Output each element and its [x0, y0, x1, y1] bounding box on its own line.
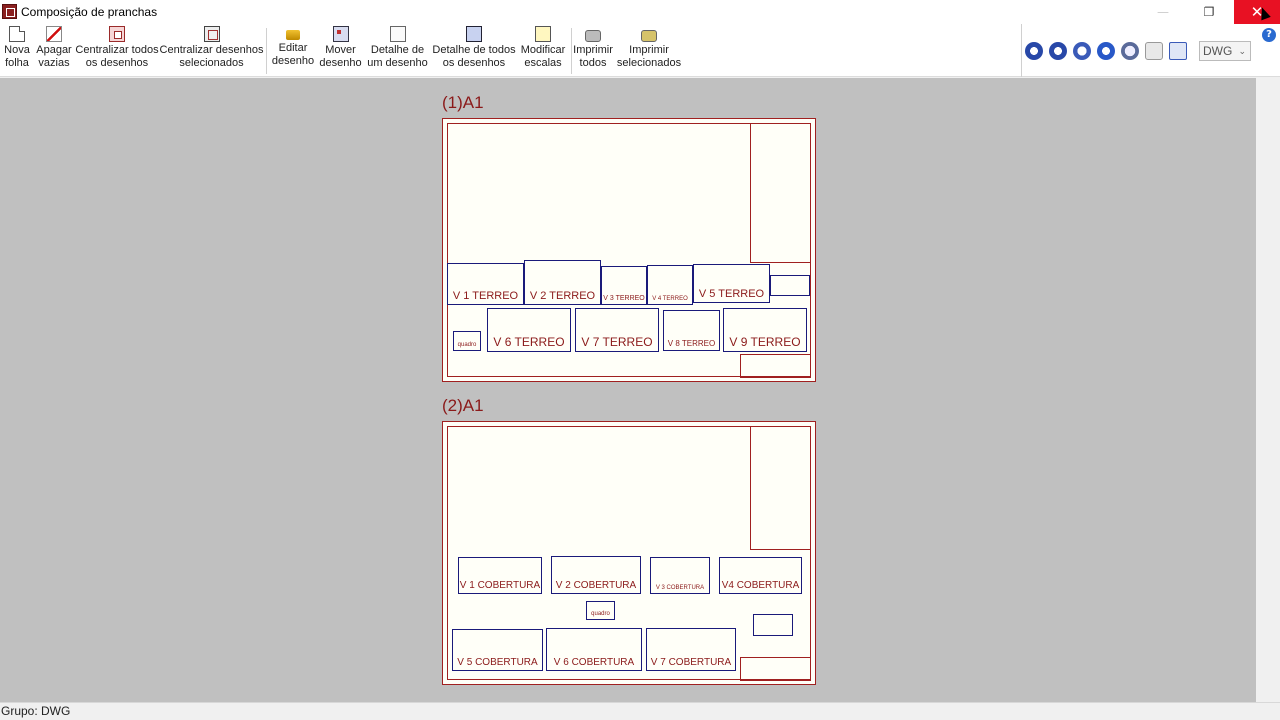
refresh-icon[interactable] — [1097, 42, 1115, 60]
edit-icon — [286, 30, 300, 40]
drawing-empty[interactable] — [770, 275, 810, 296]
print-icon — [585, 30, 601, 42]
window-title: Composição de pranchas — [21, 5, 158, 19]
title-bar: Composição de pranchas — ❐ ✕ — [0, 0, 1280, 24]
zoom-window-icon[interactable] — [1073, 42, 1091, 60]
drawing-v2-cobertura[interactable]: V 2 COBERTURA — [551, 556, 641, 594]
sheet-2[interactable]: V 1 COBERTURA V 2 COBERTURA V 3 COBERTUR… — [442, 421, 816, 685]
center-selected-icon — [203, 26, 220, 42]
drawing-v1-cobertura[interactable]: V 1 COBERTURA — [458, 557, 542, 594]
zoom-icon[interactable] — [1121, 42, 1139, 60]
sheet-title-2: (2)A1 — [442, 396, 484, 415]
drawing-quadro[interactable]: quadro — [453, 331, 481, 351]
drawing-v1-terreo[interactable]: V 1 TERREO — [447, 263, 524, 305]
drawing-v8-terreo[interactable]: V 8 TERREO — [663, 310, 720, 351]
vertical-scrollbar[interactable] — [1256, 78, 1280, 702]
toolbar-separator — [266, 28, 267, 74]
title-block-bottom — [740, 657, 811, 681]
move-icon — [332, 26, 349, 42]
help-icon[interactable]: ? — [1262, 28, 1276, 42]
sheet-title-1: (1)A1 — [442, 93, 484, 112]
print-selected-icon — [641, 30, 657, 42]
title-block-top — [750, 123, 811, 263]
drawing-v6-cobertura[interactable]: V 6 COBERTURA — [546, 628, 642, 671]
close-button[interactable]: ✕ — [1234, 0, 1280, 24]
toolbar: Nova folha Apagar vazias Centralizar tod… — [0, 24, 1280, 77]
format-select[interactable]: DWG ⌄ — [1199, 41, 1251, 61]
select-window-icon[interactable] — [1169, 42, 1187, 60]
sheet-margin: V 1 COBERTURA V 2 COBERTURA V 3 COBERTUR… — [447, 426, 811, 681]
new-sheet-button[interactable]: Nova folha — [2, 26, 32, 70]
new-page-icon — [9, 26, 25, 42]
drawing-v9-terreo[interactable]: V 9 TERREO — [723, 308, 807, 352]
minimize-button[interactable]: — — [1140, 0, 1186, 24]
title-block-bottom — [740, 354, 811, 378]
detail-one-button[interactable]: Detalhe de um desenho — [366, 26, 429, 70]
delete-empty-button[interactable]: Apagar vazias — [35, 26, 73, 70]
sheet-1[interactable]: V 1 TERREO V 2 TERREO V 3 TERREO V 4 TER… — [442, 118, 816, 382]
drawing-empty[interactable] — [753, 614, 793, 636]
sheet-margin: V 1 TERREO V 2 TERREO V 3 TERREO V 4 TER… — [447, 123, 811, 378]
drawing-v3-cobertura[interactable]: V 3 COBERTURA — [650, 557, 710, 594]
toolbar-separator — [571, 28, 572, 74]
print-selected-button[interactable]: Imprimir selecionados — [615, 26, 683, 70]
detail-icon — [389, 26, 406, 42]
app-icon — [2, 4, 17, 19]
redraw-icon[interactable] — [1025, 42, 1043, 60]
drawing-v5-terreo[interactable]: V 5 TERREO — [693, 264, 770, 303]
detail-all-button[interactable]: Detalhe de todos os desenhos — [432, 26, 516, 70]
title-block-top — [750, 426, 811, 550]
modify-scales-button[interactable]: Modificar escalas — [519, 26, 567, 70]
edit-drawing-button[interactable]: Editar desenho — [271, 26, 315, 68]
pan-hand-icon[interactable] — [1145, 42, 1163, 60]
drawing-v6-terreo[interactable]: V 6 TERREO — [487, 308, 571, 352]
center-all-button[interactable]: Centralizar todos os desenhos — [75, 26, 159, 70]
move-drawing-button[interactable]: Mover desenho — [318, 26, 363, 70]
zoom-all-icon[interactable] — [1049, 42, 1067, 60]
erase-icon — [46, 26, 62, 42]
restore-button[interactable]: ❐ — [1186, 0, 1232, 24]
drawing-v4-terreo[interactable]: V 4 TERREO — [647, 265, 693, 305]
drawing-quadro[interactable]: quadro — [586, 601, 615, 620]
chevron-down-icon: ⌄ — [1238, 46, 1246, 56]
status-bar: Grupo: DWG — [0, 702, 1280, 720]
drawing-v2-terreo[interactable]: V 2 TERREO — [524, 260, 601, 305]
drawing-v5-cobertura[interactable]: V 5 COBERTURA — [452, 629, 543, 671]
drawing-v7-cobertura[interactable]: V 7 COBERTURA — [646, 628, 736, 671]
drawing-canvas[interactable]: (1)A1 V 1 TERREO V 2 TERREO V 3 TERREO V… — [0, 78, 1256, 702]
center-all-icon — [109, 26, 125, 42]
drawing-v7-terreo[interactable]: V 7 TERREO — [575, 308, 659, 352]
drawing-v4-cobertura[interactable]: V4 COBERTURA — [719, 557, 802, 594]
print-all-button[interactable]: Imprimir todos — [573, 26, 613, 70]
scale-icon — [535, 26, 551, 42]
detail-all-icon — [466, 26, 482, 42]
center-selected-button[interactable]: Centralizar desenhos selecionados — [160, 26, 263, 70]
drawing-v3-terreo[interactable]: V 3 TERREO — [601, 266, 647, 305]
